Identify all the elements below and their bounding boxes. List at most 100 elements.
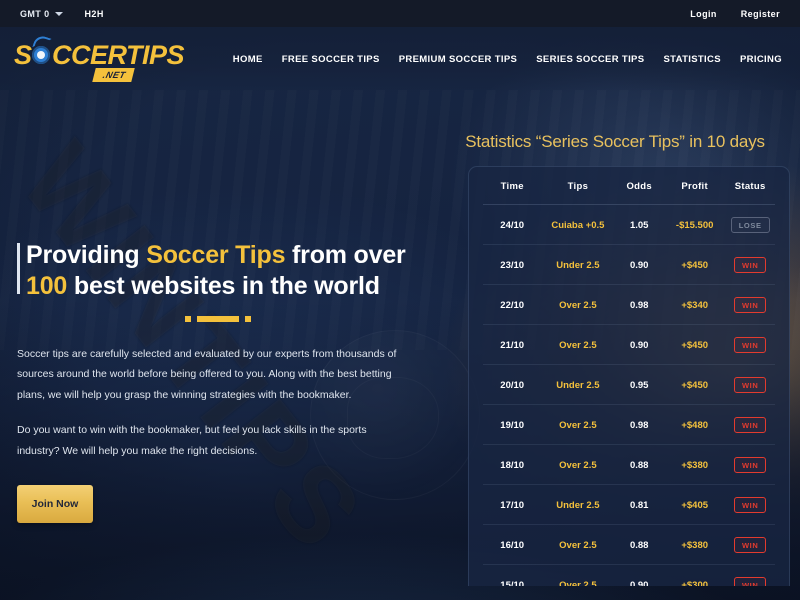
cell-profit: +$380 (664, 524, 726, 565)
cell-odds: 0.88 (614, 524, 665, 565)
cell-odds: 1.05 (614, 204, 665, 245)
nav-item-pricing[interactable]: PRICING (740, 54, 782, 65)
chevron-down-icon (54, 11, 63, 16)
status-badge: WIN (733, 457, 767, 473)
status-badge: WIN (733, 577, 767, 586)
logo-text-part1: S (14, 39, 32, 70)
cell-status: WIN (725, 484, 775, 525)
timezone-label: GMT 0 (20, 8, 50, 19)
cell-profit: +$480 (664, 404, 726, 445)
logo-text-part2: CCERTIPS (52, 39, 185, 70)
nav-item-free-soccer-tips[interactable]: FREE SOCCER TIPS (282, 54, 380, 65)
cell-profit: +$450 (664, 324, 726, 365)
statistics-title: Statistics “Series Soccer Tips” in 10 da… (465, 132, 765, 151)
cell-time: 23/10 (483, 244, 542, 285)
status-badge: WIN (733, 377, 767, 393)
logo[interactable]: SOCCERTIPS .NET (14, 33, 185, 86)
page-root: WINTIPS GMT 0 H2H Login Register SOCCERT… (0, 0, 800, 600)
nav-item-series-soccer-tips[interactable]: SERIES SOCCER TIPS (536, 54, 644, 65)
column-header-tips: Tips (567, 181, 589, 192)
hero-title-seg1: Providing (26, 241, 147, 269)
cell-profit: +$450 (664, 364, 726, 405)
cell-time: 21/10 (483, 324, 542, 365)
statistics-panel: Time Tips Odds Profit Status 24/10 Cuiaba… (468, 166, 790, 586)
divider-dash-left (185, 316, 191, 322)
statistics-section: Statistics “Series Soccer Tips” in 10 da… (440, 132, 790, 586)
join-now-button[interactable]: Join Now (17, 485, 93, 524)
statistics-table: Time Tips Odds Profit Status 24/10 Cuiaba… (483, 167, 775, 586)
main-navigation: HOME FREE SOCCER TIPS PREMIUM SOCCER TIP… (233, 54, 800, 65)
top-utility-bar: GMT 0 H2H Login Register (0, 0, 800, 27)
status-badge: WIN (733, 297, 767, 313)
cell-tips: Over 2.5 (559, 579, 597, 587)
cell-profit: +$450 (664, 244, 726, 285)
cell-status: WIN (725, 364, 775, 405)
cell-tips: Cuiaba +0.5 (541, 204, 615, 245)
site-header: SOCCERTIPS .NET HOME FREE SOCCER TIPS PR… (0, 27, 800, 92)
status-badge: WIN (733, 337, 767, 353)
cell-time: 24/10 (483, 204, 542, 245)
cell-odds: 0.98 (614, 284, 665, 325)
status-badge: WIN (733, 537, 767, 553)
nav-item-home[interactable]: HOME (233, 54, 263, 65)
cell-status: WIN (725, 404, 775, 445)
table-row: 24/10 Cuiaba +0.5 1.05 -$15.500 LOSE (483, 204, 775, 245)
table-row: 20/10 Under 2.5 0.95 +$450 WIN (483, 364, 775, 405)
column-header-profit: Profit (681, 181, 708, 192)
cell-odds: 0.81 (614, 484, 665, 525)
topbar-right-group: Login Register (690, 9, 800, 19)
nav-item-statistics[interactable]: STATISTICS (663, 54, 721, 65)
table-row: 17/10 Under 2.5 0.81 +$405 WIN (483, 484, 775, 525)
cell-odds: 0.90 (614, 244, 665, 285)
cell-status: WIN (725, 565, 775, 586)
cell-time: 22/10 (483, 284, 542, 325)
h2h-link[interactable]: H2H (85, 9, 104, 19)
hero-paragraph-2: Do you want to win with the bookmaker, b… (17, 424, 367, 457)
cell-tips: Over 2.5 (541, 444, 615, 485)
hero-section: Providing Soccer Tips from over 100 best… (17, 240, 417, 524)
cell-time: 16/10 (483, 524, 542, 565)
column-header-odds: Odds (626, 181, 652, 192)
cell-profit: +$380 (664, 444, 726, 485)
table-row: 19/10 Over 2.5 0.98 +$480 WIN (483, 404, 775, 445)
cell-time: 15/10 (500, 579, 525, 587)
divider-bar (197, 316, 239, 322)
cell-time: 17/10 (483, 484, 542, 525)
cell-status: WIN (725, 444, 775, 485)
cell-odds: 0.98 (614, 404, 665, 445)
table-row: 22/10 Over 2.5 0.98 +$340 WIN (483, 284, 775, 325)
table-head: Time Tips Odds Profit Status (483, 167, 775, 205)
register-link[interactable]: Register (741, 9, 780, 19)
timezone-selector[interactable]: GMT 0 (20, 9, 63, 19)
status-badge: LOSE (730, 217, 770, 233)
cell-tips: Over 2.5 (541, 404, 615, 445)
cell-odds: 0.88 (614, 444, 665, 485)
cell-tips: Over 2.5 (541, 324, 615, 365)
hero-title-highlight2: 100 (26, 271, 68, 300)
hero-title-seg3: best websites in the world (67, 271, 380, 300)
cell-time: 19/10 (483, 404, 542, 445)
cell-tips: Over 2.5 (541, 284, 615, 325)
cell-status: WIN (725, 244, 775, 285)
cell-profit: +$405 (664, 484, 726, 525)
cell-odds: 0.90 (629, 579, 649, 587)
cell-status: WIN (725, 324, 775, 365)
cell-status: LOSE (725, 204, 775, 245)
hero-divider (185, 316, 417, 322)
cell-time: 20/10 (483, 364, 542, 405)
table-row: 16/10 Over 2.5 0.88 +$380 WIN (483, 524, 775, 565)
logo-tld-badge: .NET (92, 67, 135, 82)
column-header-status: Status (734, 181, 766, 192)
cell-profit: +$340 (664, 284, 726, 325)
table-row: 15/10 Over 2.5 0.90 +$300 WIN (483, 565, 775, 587)
hero-title-highlight1: Soccer Tips (146, 241, 286, 269)
column-header-time: Time (500, 181, 524, 192)
status-badge: WIN (733, 497, 767, 513)
cell-status: WIN (725, 284, 775, 325)
cell-tips: Under 2.5 (541, 484, 615, 525)
nav-item-premium-soccer-tips[interactable]: PREMIUM SOCCER TIPS (399, 54, 518, 65)
hero-title-seg2: from over (285, 241, 406, 269)
status-badge: WIN (733, 257, 767, 273)
login-link[interactable]: Login (690, 9, 717, 19)
cell-profit: +$300 (681, 579, 709, 587)
